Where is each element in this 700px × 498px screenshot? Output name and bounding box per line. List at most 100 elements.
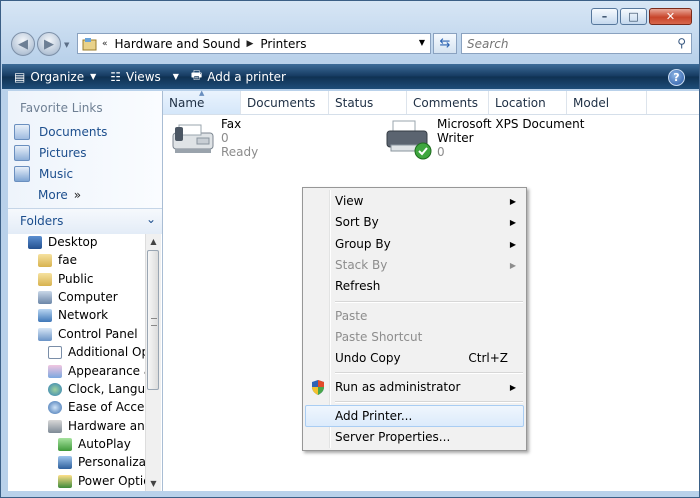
column-header-comments[interactable]: Comments [407, 91, 489, 114]
pictures-icon [14, 145, 30, 161]
navigation-pane: Favorite Links Documents Pictures Music … [8, 91, 163, 491]
organize-label: Organize [30, 69, 85, 84]
forward-button[interactable]: ▶ [37, 32, 61, 56]
clock-language-icon [48, 382, 62, 396]
scroll-up-icon[interactable]: ▲ [146, 234, 161, 249]
tree-item-public[interactable]: Public [38, 272, 94, 286]
favorite-music[interactable]: Music [14, 166, 73, 182]
minimize-icon: – [601, 10, 608, 23]
menu-item-paste[interactable]: Paste [305, 306, 524, 326]
search-input[interactable] [467, 37, 657, 51]
menu-separator [335, 401, 523, 403]
maximize-button[interactable]: □ [620, 8, 647, 25]
tree-item-fae[interactable]: fae [38, 253, 77, 267]
address-dropdown-icon[interactable]: ▼ [419, 38, 425, 47]
column-header-status[interactable]: Status [329, 91, 407, 114]
control-panel-icon [82, 37, 97, 50]
menu-item-add-printer[interactable]: Add Printer... [305, 405, 524, 427]
printer-documents: 0 [221, 131, 229, 145]
column-label: Name [169, 95, 205, 110]
ease-of-access-icon [48, 400, 62, 414]
menu-item-view[interactable]: View ▶ [305, 191, 524, 211]
search-box[interactable]: ⚲ [461, 33, 692, 54]
more-label: More [38, 188, 68, 202]
additional-options-icon [48, 345, 62, 359]
scroll-down-icon[interactable]: ▼ [146, 476, 161, 491]
tree-item-network[interactable]: Network [38, 308, 108, 322]
breadcrumb-hardware-and-sound[interactable]: Hardware and Sound [115, 37, 241, 51]
menu-item-stack-by[interactable]: Stack By ▶ [305, 255, 524, 275]
printer-item-xps-document-writer[interactable]: Microsoft XPS Document Writer 0 [385, 117, 584, 161]
menu-item-paste-shortcut[interactable]: Paste Shortcut [305, 327, 524, 347]
column-header-model[interactable]: Model [567, 91, 647, 114]
menu-item-label: Undo Copy [335, 351, 401, 365]
printer-item-fax[interactable]: Fax 0 Ready [169, 117, 258, 159]
tree-label: Additional Opt [68, 345, 154, 359]
column-header-documents[interactable]: Documents [241, 91, 329, 114]
control-panel-icon [38, 327, 52, 341]
more-chevron-icon: » [73, 188, 82, 202]
breadcrumb-printers[interactable]: Printers [260, 37, 306, 51]
column-header-name[interactable]: ▲ Name [163, 89, 241, 114]
tree-label: Computer [58, 290, 118, 304]
organize-dropdown-icon: ▼ [90, 72, 97, 81]
command-bar: ▤ Organize ▼ ☷ Views ▼ 🖶 Add a printer ? [2, 64, 699, 89]
add-printer-icon: 🖶 [190, 68, 203, 82]
minimize-button[interactable]: – [591, 8, 618, 25]
documents-icon [14, 124, 30, 140]
menu-item-refresh[interactable]: Refresh [305, 276, 524, 296]
column-header-location[interactable]: Location [489, 91, 567, 114]
views-dropdown-icon: ▼ [172, 72, 179, 81]
menu-item-server-properties[interactable]: Server Properties... [305, 427, 524, 447]
menu-item-undo-copy[interactable]: Undo Copy Ctrl+Z [305, 348, 524, 368]
organize-button[interactable]: ▤ Organize ▼ [14, 70, 96, 84]
forward-arrow-icon: ▶ [44, 36, 54, 52]
search-icon[interactable]: ⚲ [677, 36, 686, 50]
favorite-links-title: Favorite Links [20, 101, 103, 115]
tree-item-computer[interactable]: Computer [38, 290, 118, 304]
tree-item-personalization[interactable]: Personalizati [58, 455, 154, 469]
tree-label: Ease of Access [68, 400, 157, 414]
tree-item-control-panel[interactable]: Control Panel [38, 327, 138, 341]
menu-item-group-by[interactable]: Group By ▶ [305, 234, 524, 254]
close-button[interactable]: ✕ [649, 8, 692, 25]
menu-item-sort-by[interactable]: Sort By ▶ [305, 212, 524, 232]
favorite-pictures-label: Pictures [39, 146, 87, 160]
tree-item-additional-options[interactable]: Additional Opt [48, 345, 154, 359]
favorite-pictures[interactable]: Pictures [14, 145, 87, 161]
tree-item-power-options[interactable]: Power Optio [58, 474, 151, 488]
add-printer-toolbar-button[interactable]: 🖶 Add a printer [191, 66, 286, 87]
tree-item-appearance[interactable]: Appearance ar [48, 364, 156, 378]
submenu-arrow-icon: ▶ [509, 217, 516, 227]
menu-item-run-as-administrator[interactable]: Run as administrator ▶ [305, 377, 524, 397]
submenu-arrow-icon: ▶ [509, 239, 516, 249]
folders-header[interactable]: Folders ⌄ [8, 208, 162, 235]
recent-pages-dropdown-icon[interactable]: ▼ [64, 41, 69, 49]
views-button[interactable]: ☷ Views ▼ [110, 70, 179, 84]
menu-item-label: Paste Shortcut [335, 330, 423, 344]
scroll-thumb[interactable] [147, 250, 159, 390]
breadcrumb-separator-icon[interactable]: ▶ [246, 39, 253, 49]
favorite-documents[interactable]: Documents [14, 124, 107, 140]
refresh-button[interactable]: ⇆ [433, 33, 457, 54]
tree-item-desktop[interactable]: Desktop [28, 235, 98, 249]
folder-tree-scrollbar[interactable]: ▲ ▼ [145, 234, 161, 491]
more-links[interactable]: More » [38, 188, 81, 202]
refresh-icon: ⇆ [439, 36, 451, 51]
scroll-grip-icon [151, 318, 157, 326]
folders-title: Folders [20, 214, 64, 228]
printer-name: Fax [221, 117, 242, 131]
tree-item-ease-of-access[interactable]: Ease of Access [48, 400, 157, 414]
personalization-icon [58, 455, 72, 469]
tree-item-clock-language[interactable]: Clock, Languag [48, 382, 160, 396]
computer-icon [38, 290, 52, 304]
tree-item-autoplay[interactable]: AutoPlay [58, 437, 131, 451]
tree-item-hardware-and-sound[interactable]: Hardware and [48, 419, 152, 433]
help-icon[interactable]: ? [668, 69, 685, 86]
address-bar[interactable]: « Hardware and Sound ▶ Printers ▼ [77, 33, 431, 54]
back-arrow-icon: ◀ [18, 36, 28, 52]
folders-collapse-icon[interactable]: ⌄ [146, 212, 156, 226]
menu-item-label: Run as administrator [335, 380, 461, 394]
tree-label: Personalizati [78, 455, 155, 469]
back-button[interactable]: ◀ [11, 32, 35, 56]
